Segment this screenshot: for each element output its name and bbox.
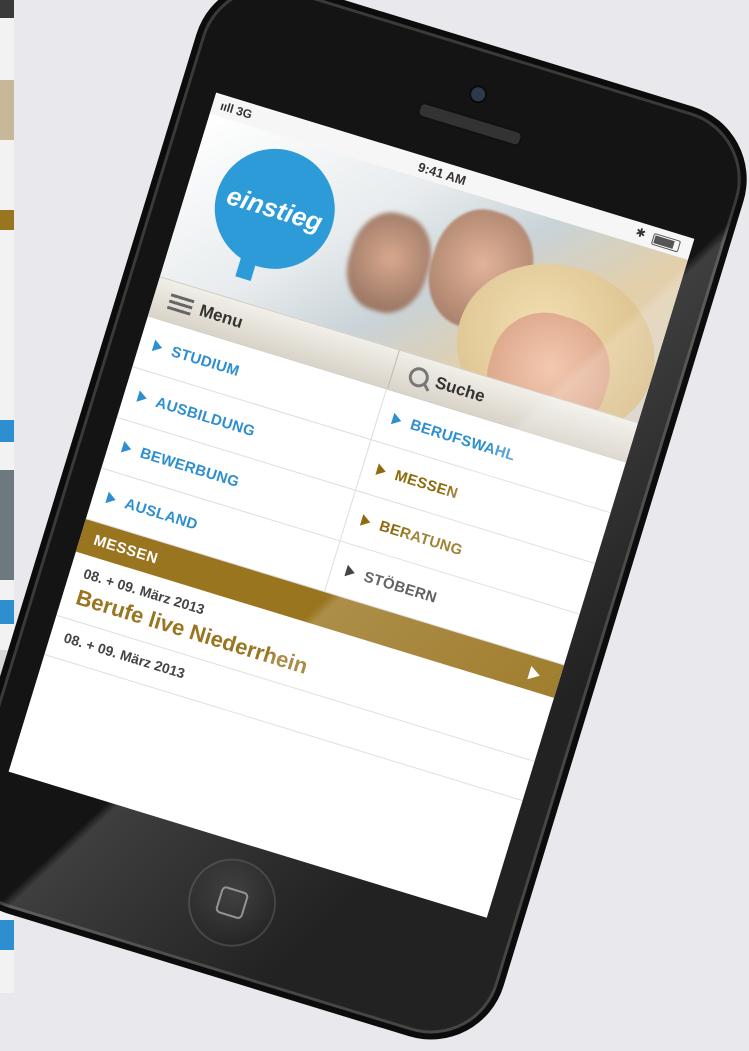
arrow-right-icon — [390, 412, 403, 427]
nav-label: STÖBERN — [361, 567, 439, 607]
earpiece-speaker — [416, 100, 525, 148]
menu-label: Menu — [197, 300, 246, 332]
brand-logo[interactable]: einstieg — [199, 133, 350, 284]
nav-label: AUSLAND — [122, 494, 200, 534]
arrow-right-icon — [151, 339, 164, 354]
phone-device: ııll 3G 9:41 AM ✱ einstieg Menu Suche ST… — [0, 0, 749, 1051]
arrow-right-icon — [136, 390, 149, 405]
search-label: Suche — [432, 372, 488, 406]
photo-person-1 — [336, 203, 442, 323]
nav-label: BERATUNG — [377, 517, 465, 559]
hamburger-icon — [166, 293, 195, 316]
nav-label: STUDIUM — [169, 342, 242, 380]
search-icon — [405, 364, 431, 390]
play-icon — [527, 665, 542, 683]
arrow-right-icon — [375, 463, 388, 478]
front-camera — [466, 83, 490, 106]
home-button[interactable] — [177, 847, 287, 958]
arrow-right-icon — [105, 491, 118, 506]
nav-label: MESSEN — [392, 466, 461, 502]
phone-screen: ııll 3G 9:41 AM ✱ einstieg Menu Suche ST… — [8, 92, 695, 918]
arrow-right-icon — [359, 514, 372, 529]
home-square-icon — [214, 885, 250, 921]
arrow-right-icon — [120, 441, 133, 456]
arrow-right-icon — [344, 564, 357, 579]
bluetooth-icon: ✱ — [633, 224, 648, 242]
